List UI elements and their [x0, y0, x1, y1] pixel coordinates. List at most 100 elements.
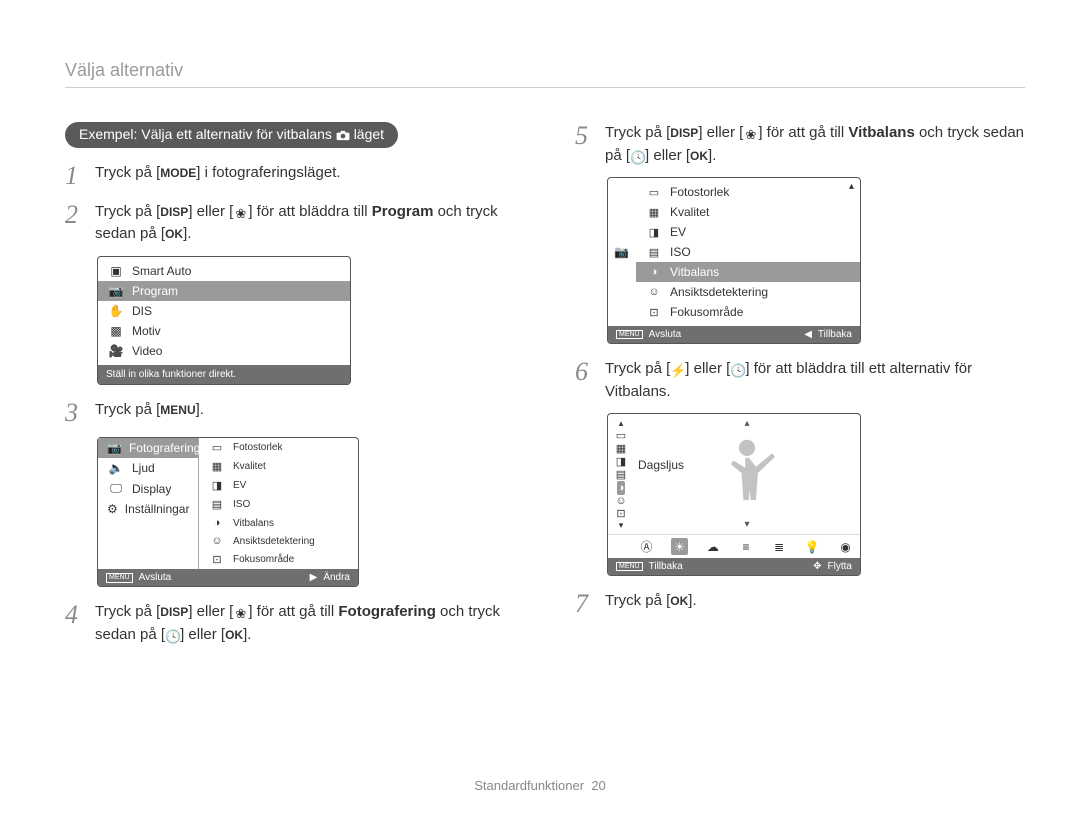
t: ] eller [: [645, 147, 690, 164]
disp-key-icon: [670, 124, 698, 142]
t: Flytta: [828, 561, 852, 572]
focus-icon: ⊡: [208, 553, 226, 566]
footer-bar: MENU Avsluta ▶ Ändra: [98, 569, 358, 586]
camera-icon: 📷: [614, 245, 629, 259]
chevron-up-icon: ▴: [619, 418, 624, 429]
ok-key-icon: [225, 626, 243, 644]
t: ] eller [: [188, 603, 233, 620]
screen-mode-list: ▣Smart Auto 📷Program ✋DIS ▩Motiv 🎥Video …: [97, 256, 351, 385]
menu-badge-icon: MENU: [106, 573, 133, 583]
wb-current-label: Dagsljus: [634, 458, 688, 472]
step-number: 5: [575, 122, 595, 167]
t: Ansiktsdetektering: [233, 536, 315, 547]
ev-icon: ◨: [208, 479, 226, 492]
t: ] eller [: [180, 626, 225, 643]
screen-shooting-menu: 📷 ▴ ▭ Fotostorlek ▦ Kvalitet ◨EV ▤ISO ◑Vit…: [607, 177, 861, 344]
triangle-right-icon: ▶: [310, 572, 318, 583]
size-icon: ▭: [645, 186, 663, 199]
list-item: ▩ Motiv: [98, 321, 350, 341]
list-item: ◑Vitbalans: [636, 262, 860, 282]
t: Tryck på [: [605, 592, 670, 609]
t: Tryck på [: [95, 203, 160, 220]
chevron-down-icon: ▾: [744, 519, 749, 530]
awb-icon: Ⓐ: [638, 538, 655, 555]
t: ] för att bläddra till: [248, 203, 371, 220]
t: Fokusområde: [233, 554, 294, 565]
t: Inställningar: [125, 502, 190, 516]
ok-key-icon: [690, 147, 708, 165]
t: Video: [132, 344, 162, 358]
macro-icon: ❀: [233, 206, 248, 221]
list-item: ◨EV: [199, 476, 358, 495]
list-item: ▭Fotostorlek: [199, 438, 358, 457]
footer-section: Standardfunktioner: [474, 778, 584, 793]
list-item: ◑Vitbalans: [199, 514, 358, 532]
quality-icon: ▦: [616, 442, 626, 455]
ev-icon: ◨: [616, 455, 626, 468]
list-item: ▭ Fotostorlek: [636, 182, 860, 202]
screen-whitebalance: ▴ ▭ ▦ ◨ ▤ ◑ ☺ ⊡ ▾ ▴ Dagsljus: [607, 413, 861, 576]
scene-icon: ▩: [107, 324, 125, 338]
t: EV: [670, 225, 686, 239]
t: Ansiktsdetektering: [670, 285, 768, 299]
flash-icon: ⚡: [670, 363, 685, 378]
focus-icon: ⊡: [616, 507, 625, 520]
t: Vitbalans: [848, 124, 914, 141]
sound-icon: 🔈: [107, 461, 125, 475]
t: ISO: [233, 499, 250, 510]
step-2: 2 Tryck på [] eller [❀] för att bläddra …: [65, 201, 515, 246]
fluorescent-h-icon: ≡: [737, 538, 754, 555]
t: Ändra: [323, 572, 350, 583]
quality-icon: ▦: [645, 206, 663, 219]
left-column: Exempel: Välja ett alternativ för vitbal…: [65, 122, 515, 656]
disp-key-icon: [160, 203, 188, 221]
t: Motiv: [132, 324, 161, 338]
page-title: Välja alternativ: [65, 60, 1025, 88]
t: Kvalitet: [670, 205, 709, 219]
camera-p-icon: 📷: [107, 284, 125, 298]
status-bar: Ställ in olika funktioner direkt.: [98, 365, 350, 384]
list-item: ▤ISO: [636, 242, 860, 262]
dis-icon: ✋: [107, 304, 125, 318]
timer-icon: 🕓: [730, 363, 745, 378]
svg-text:P: P: [345, 136, 348, 141]
footer-page-number: 20: [591, 778, 605, 793]
t: Avsluta: [139, 572, 172, 583]
step-5: 5 Tryck på [] eller [❀] för att gå till …: [575, 122, 1025, 167]
right-column: 5 Tryck på [] eller [❀] för att gå till …: [575, 122, 1025, 656]
list-item: ◨EV: [636, 222, 860, 242]
iso-icon: ▤: [616, 468, 626, 481]
iso-icon: ▤: [208, 498, 226, 511]
t: Tryck på [: [605, 124, 670, 141]
step-4: 4 Tryck på [] eller [❀] för att gå till …: [65, 601, 515, 646]
page-footer: Standardfunktioner 20: [0, 778, 1080, 793]
list-item: ⚙Inställningar: [98, 499, 198, 519]
t: Vitbalans: [233, 518, 274, 529]
list-item: ✋DIS: [98, 301, 350, 321]
t: Vitbalans: [670, 265, 719, 279]
t: Fotostorlek: [670, 185, 729, 199]
chevron-up-icon: ▴: [849, 181, 854, 192]
list-item: ▤ ISO: [199, 495, 358, 514]
example-pill: Exempel: Välja ett alternativ för vitbal…: [65, 122, 398, 148]
t: ].: [183, 225, 191, 242]
menu-badge-icon: MENU: [616, 562, 643, 572]
ok-key-icon: [165, 225, 183, 243]
t: ISO: [670, 245, 691, 259]
pill-text-a: Exempel: Välja ett alternativ för vitbal…: [79, 126, 336, 142]
camera-icon: 📷: [107, 441, 122, 455]
menu-badge-icon: MENU: [616, 330, 643, 340]
t: ].: [196, 401, 204, 418]
step1-b: ] i fotograferingsläget.: [196, 164, 340, 181]
list-item: 🖵Display: [98, 478, 198, 499]
t: ].: [243, 626, 251, 643]
cloudy-icon: ☁: [704, 538, 721, 555]
t: Tryck på [: [95, 603, 160, 620]
macro-icon: ❀: [233, 606, 248, 621]
face-icon: ☺: [645, 286, 663, 298]
timer-icon: 🕓: [165, 629, 180, 644]
t: Fotostorlek: [233, 442, 282, 453]
ok-key-icon: [670, 592, 688, 610]
step-3: 3 Tryck på [].: [65, 399, 515, 428]
display-icon: 🖵: [107, 481, 125, 496]
